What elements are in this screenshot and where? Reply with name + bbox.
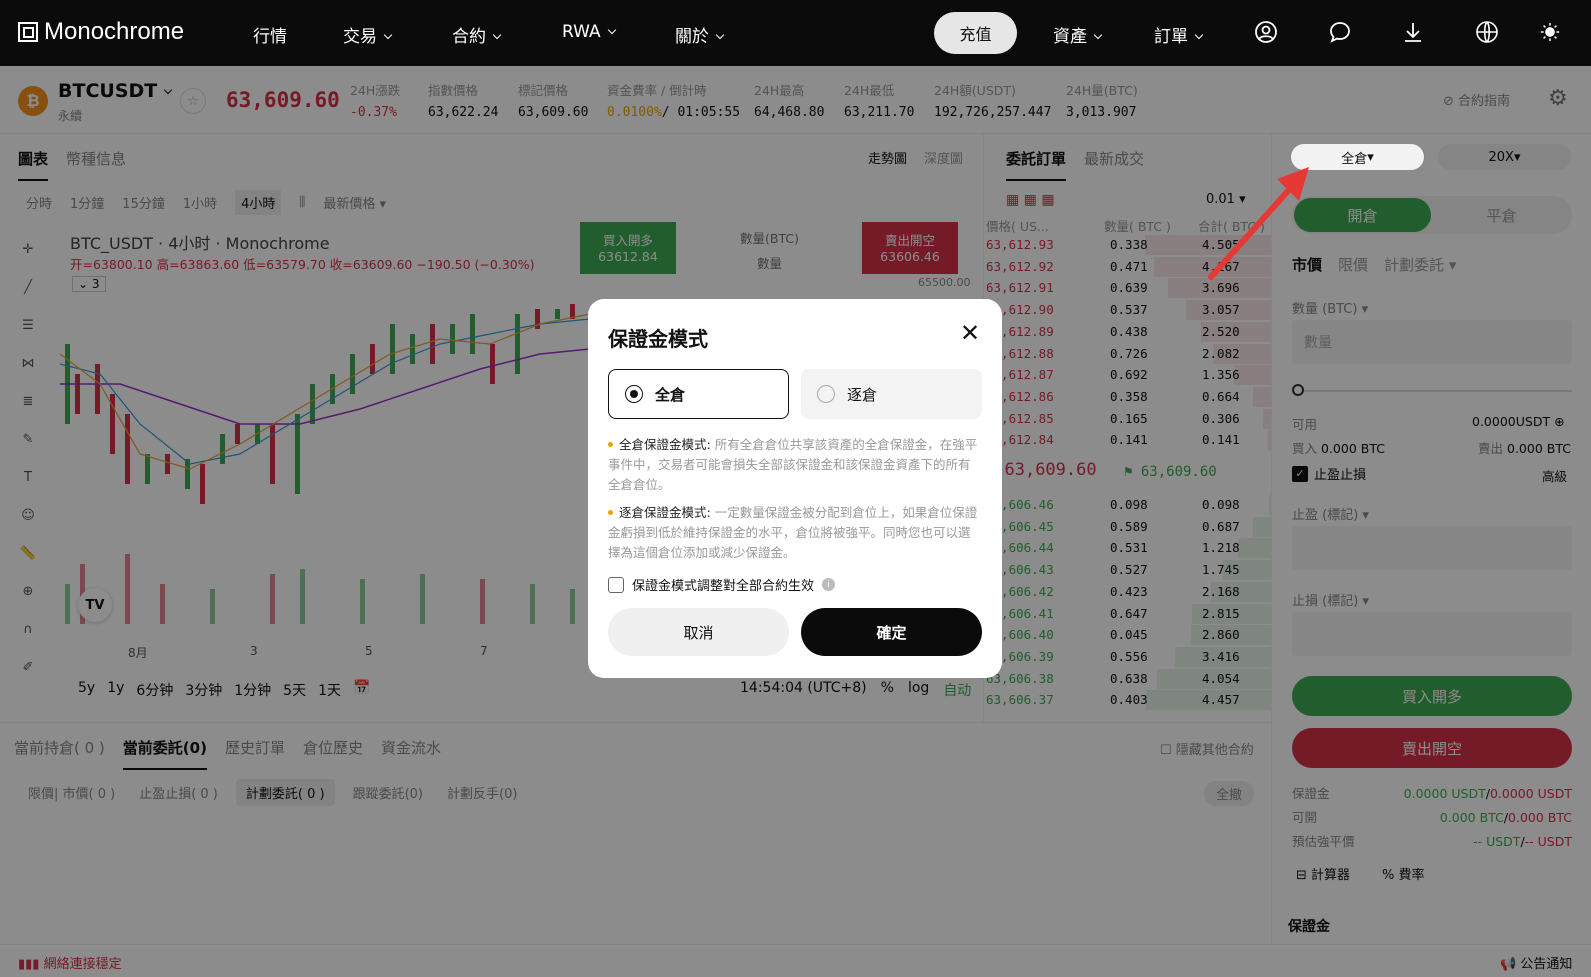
download-icon[interactable] — [1400, 19, 1426, 45]
option-cross[interactable]: 全倉 — [608, 369, 789, 419]
chevron-down-icon — [1093, 30, 1103, 40]
cross-description: 全倉保證金模式: 所有全倉倉位共享該資產的全倉保證金，在強平事件中，交易者可能會… — [608, 437, 978, 492]
deposit-button[interactable]: 充值 — [934, 12, 1017, 54]
nav-contract[interactable]: 合約 — [452, 22, 502, 47]
apply-all-checkbox[interactable]: 保證金模式調整對全部合約生效 i — [608, 575, 836, 594]
chevron-down-icon — [607, 25, 616, 35]
top-nav: Monochrome 行情 交易 合約 RWA 關於 充值 資產 訂單 — [0, 0, 1591, 66]
radio-selected-icon — [625, 385, 643, 403]
bullet-dot — [608, 510, 613, 515]
theme-icon[interactable] — [1537, 19, 1563, 45]
radio-unselected-icon — [817, 385, 835, 403]
bullet-dot — [608, 442, 613, 447]
globe-icon[interactable] — [1474, 19, 1500, 45]
nav-orders[interactable]: 訂單 — [1154, 22, 1204, 47]
option-isolated[interactable]: 逐倉 — [801, 369, 982, 419]
nav-about[interactable]: 關於 — [675, 22, 725, 47]
chevron-down-icon — [1194, 30, 1204, 40]
confirm-button[interactable]: 確定 — [801, 608, 982, 656]
logo-icon — [18, 22, 38, 42]
user-icon[interactable] — [1253, 19, 1279, 45]
chevron-down-icon — [383, 30, 393, 40]
cancel-button[interactable]: 取消 — [608, 608, 789, 656]
logo-text: Monochrome — [44, 18, 185, 45]
nav-market[interactable]: 行情 — [253, 22, 287, 47]
checkbox-icon — [608, 576, 624, 593]
isolated-description: 逐倉保證金模式: 一定數量保證金被分配到倉位上，如果倉位保證金虧損到低於維持保證… — [608, 505, 978, 560]
nav-assets[interactable]: 資產 — [1053, 22, 1103, 47]
info-icon: i — [822, 578, 836, 591]
margin-mode-dialog: 保證金模式 ✕ 全倉 逐倉 全倉保證金模式: 所有全倉倉位共享該資產的全倉保證金… — [588, 299, 1002, 678]
close-icon[interactable]: ✕ — [960, 319, 980, 347]
logo[interactable]: Monochrome — [18, 18, 184, 46]
dialog-title: 保證金模式 — [608, 327, 708, 351]
annotation-arrow — [1208, 167, 1309, 280]
chat-icon[interactable] — [1327, 19, 1353, 45]
chevron-down-icon — [715, 30, 725, 40]
chevron-down-icon — [492, 30, 502, 40]
nav-rwa[interactable]: RWA — [562, 22, 616, 42]
nav-trade[interactable]: 交易 — [343, 22, 393, 47]
